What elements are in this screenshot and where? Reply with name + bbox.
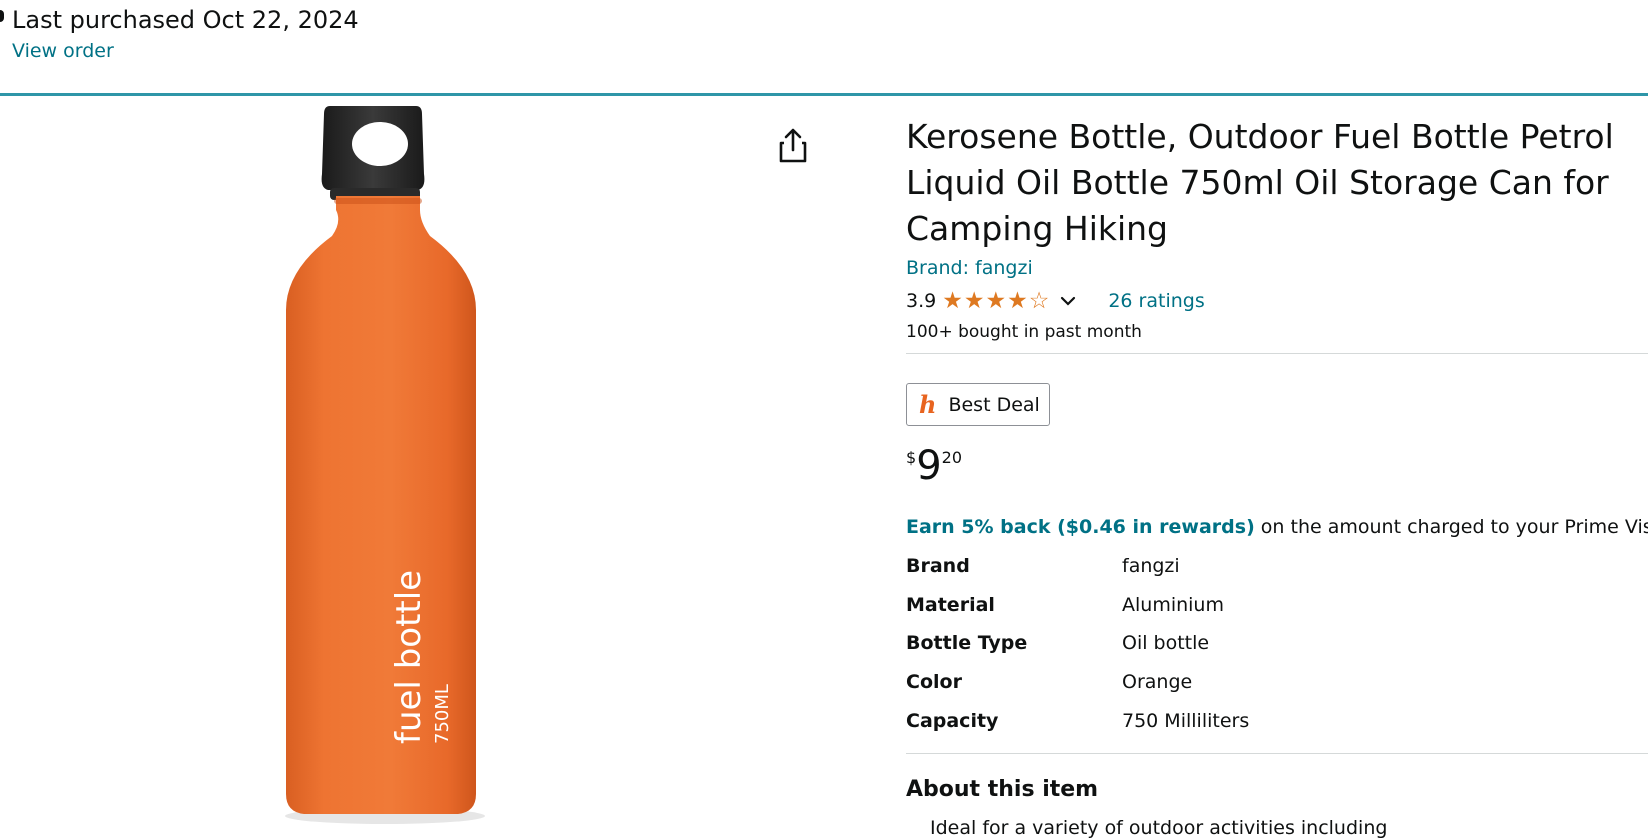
spec-value-capacity: 750 Milliliters [1122,710,1250,732]
price-symbol: $ [906,448,917,467]
honey-logo-icon: h [919,390,937,419]
rewards-link[interactable]: Earn 5% back ($0.46 in rewards) [906,516,1255,538]
star-rating[interactable]: ★★★★☆ [942,287,1051,314]
spec-label-color: Color [906,671,962,693]
product-image[interactable]: fuel bottle 750ML [270,104,500,828]
divider [906,353,1648,354]
spec-value-brand: fangzi [1122,555,1180,577]
star-empty-icon: ☆ [1028,287,1051,314]
spec-value-bottle-type: Oil bottle [1122,632,1210,654]
product-title: Kerosene Bottle, Outdoor Fuel Bottle Pet… [906,117,1614,248]
spec-value-color: Orange [1122,671,1193,693]
star-full-icon: ★ [963,287,986,314]
share-icon[interactable] [776,126,810,164]
star-full-icon: ★ [1007,287,1029,314]
spec-label-capacity: Capacity [906,710,999,732]
view-order-link[interactable]: View order [12,40,114,62]
brand-link[interactable]: Brand: fangzi [906,257,1033,279]
ratings-count-link[interactable]: 26 ratings [1108,290,1204,312]
rating-value[interactable]: 3.9 [906,290,936,312]
bottle-capacity-text: 750ML [432,684,453,744]
spec-label-brand: Brand [906,555,970,577]
divider [906,753,1648,754]
best-deal-badge[interactable]: h Best Deal [906,383,1050,426]
star-full-icon: ★ [985,287,1008,314]
price: $920 [906,444,962,488]
price-whole: 9 [916,443,942,489]
spec-value-material: Aluminium [1122,594,1224,616]
spec-label-material: Material [906,594,995,616]
bought-past-month: 100+ bought in past month [906,322,1142,342]
spec-label-bottle-type: Bottle Type [906,632,1028,654]
about-heading: About this item [906,777,1099,802]
rating-row: 3.9 ★★★★☆ 26 ratings [906,287,1205,315]
rewards-offer: Earn 5% back ($0.46 in rewards) on the a… [906,516,1648,538]
star-full-icon: ★ [942,287,964,314]
chevron-down-icon[interactable] [1060,295,1076,307]
bottle-label-text: fuel bottle [389,570,429,744]
rewards-text: on the amount charged to your Prime Visa… [1254,516,1648,538]
about-bullet: Ideal for a variety of outdoor activitie… [930,817,1388,839]
best-deal-label: Best Deal [948,393,1040,416]
price-fraction: 20 [941,448,962,467]
last-purchased-text: Last purchased Oct 22, 2024 [12,6,359,34]
